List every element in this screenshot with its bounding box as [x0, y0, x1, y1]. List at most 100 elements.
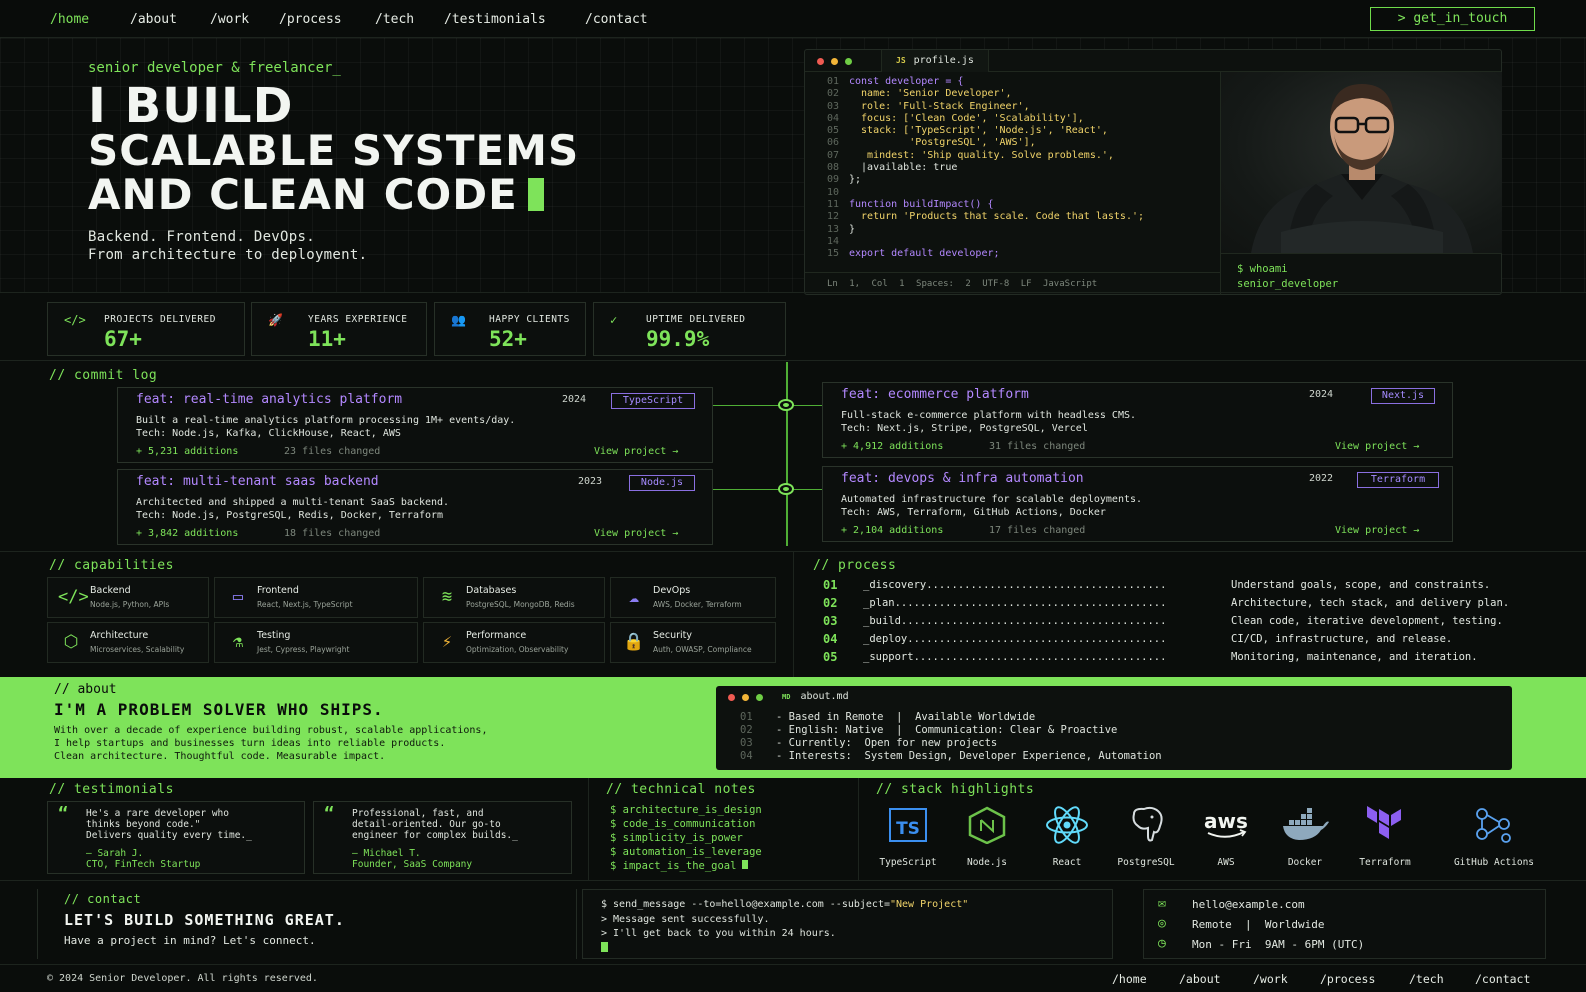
stat-label: YEARS EXPERIENCE: [308, 314, 408, 325]
capability-icon: ▭: [232, 587, 244, 607]
commit-card[interactable]: feat: multi-tenant saas backend 2023 Nod…: [117, 469, 713, 545]
technical-note: $ impact_is_the_goal: [610, 860, 749, 872]
prompt-symbol: $: [610, 846, 623, 858]
tab-about-md[interactable]: MD about.md: [782, 691, 849, 702]
quote-icon: “: [324, 804, 335, 824]
tab-label: about.md: [800, 691, 849, 702]
hero-subtitle-1: Backend. Frontend. DevOps.: [88, 229, 315, 245]
minimize-dot-icon[interactable]: [742, 694, 749, 701]
capability-testing[interactable]: ⚗ Testing Jest, Cypress, Playwright: [214, 622, 418, 663]
code-line: 01 const developer = {: [805, 76, 1220, 88]
capability-devops[interactable]: ☁ DevOps AWS, Docker, Terraform: [610, 577, 776, 618]
technical-note: $ architecture_is_design: [610, 804, 762, 816]
contact-email[interactable]: hello@example.com: [1192, 898, 1305, 911]
copyright: © 2024 Senior Developer. All rights rese…: [47, 973, 318, 984]
step-number: 04: [823, 632, 838, 646]
close-dot-icon[interactable]: [728, 694, 735, 701]
timeline-connector: [712, 405, 786, 406]
commit-card[interactable]: feat: devops & infra automation 2022 Ter…: [822, 466, 1453, 542]
commit-card[interactable]: feat: ecommerce platform 2024 Next.js Fu…: [822, 382, 1453, 458]
prompt-symbol: $: [610, 832, 623, 844]
commit-additions: + 5,231 additions: [136, 446, 239, 457]
capability-backend[interactable]: </> Backend Node.js, Python, APIs: [47, 577, 209, 618]
tab-profile-js[interactable]: JS profile.js: [881, 50, 989, 72]
view-project-link[interactable]: View project →: [594, 446, 678, 457]
nav-contact[interactable]: /contact: [585, 12, 648, 27]
close-dot-icon[interactable]: [817, 58, 824, 65]
line-number: 06: [827, 137, 840, 149]
md-line: 03 - Currently: Open for new projects: [740, 737, 997, 749]
footer-link-process[interactable]: /process: [1320, 972, 1375, 986]
nav-process[interactable]: /process: [279, 12, 342, 27]
footer-link-home[interactable]: /home: [1112, 972, 1147, 986]
react-icon: [1046, 806, 1088, 844]
stack-item-aws[interactable]: aws AWS: [1186, 806, 1266, 868]
hero-eyebrow: senior developer & freelancer_: [88, 60, 341, 76]
footer-link-tech[interactable]: /tech: [1409, 972, 1444, 986]
capability-architecture[interactable]: ⬡ Architecture Microservices, Scalability: [47, 622, 209, 663]
footer-link-work[interactable]: /work: [1253, 972, 1288, 986]
line-text: - English: Native | Communication: Clear…: [776, 724, 1118, 736]
tech-tag: Node.js: [629, 475, 695, 491]
step-description: Monitoring, maintenance, and iteration.: [1231, 651, 1478, 663]
stack-item-typescript[interactable]: TS TypeScript: [868, 806, 948, 868]
contact-heading: // contact: [64, 892, 142, 906]
stat-label: PROJECTS DELIVERED: [104, 314, 216, 325]
capability-name: DevOps: [653, 585, 691, 596]
capability-performance[interactable]: ⚡ Performance Optimization, Observability: [423, 622, 605, 663]
commit-additions: + 4,912 additions: [841, 441, 944, 452]
stack-item-docker[interactable]: Docker: [1265, 806, 1345, 868]
capability-detail: Jest, Cypress, Playwright: [257, 645, 350, 654]
message-terminal[interactable]: $ send_message --to=hello@example.com --…: [582, 889, 1113, 959]
divider: [793, 551, 794, 677]
nav-about[interactable]: /about: [130, 12, 177, 27]
process-heading: // process: [813, 558, 897, 573]
maximize-dot-icon[interactable]: [845, 58, 852, 65]
view-project-link[interactable]: View project →: [1335, 441, 1419, 452]
prompt-symbol: $: [610, 804, 623, 816]
get-in-touch-button[interactable]: > get_in_touch: [1370, 7, 1535, 31]
stack-item-react[interactable]: React: [1027, 806, 1107, 868]
contact-title: LET'S BUILD SOMETHING GREAT.: [64, 911, 345, 929]
process-step: 01 _discovery............................…: [823, 576, 1563, 594]
stack-label: TypeScript: [879, 857, 937, 868]
nav-work[interactable]: /work: [210, 12, 249, 27]
code-icon: </>: [64, 313, 86, 327]
line-text: const developer = {: [849, 76, 964, 87]
view-project-link[interactable]: View project →: [594, 528, 678, 539]
commit-card[interactable]: feat: real-time analytics platform 2024 …: [117, 387, 713, 463]
stack-item-postgresql[interactable]: PostgreSQL: [1106, 806, 1186, 868]
nav-tech[interactable]: /tech: [375, 12, 414, 27]
line-text: export default developer;: [849, 248, 1000, 260]
stack-item-github-actions[interactable]: GitHub Actions: [1451, 806, 1537, 868]
timeline-line: [786, 362, 788, 546]
nav-home[interactable]: /home: [50, 12, 89, 27]
stat-years: 🚀 YEARS EXPERIENCE 11+: [251, 302, 427, 356]
editor-status-bar: Ln 1, Col 1 Spaces: 2 UTF-8 LF JavaScrip…: [805, 272, 1220, 294]
minimize-dot-icon[interactable]: [831, 58, 838, 65]
commit-year: 2024: [562, 394, 587, 405]
about-paragraph-2: I help startups and businesses turn idea…: [54, 738, 446, 749]
divider: [0, 360, 1586, 361]
line-text: name: 'Senior Developer',: [849, 88, 1012, 100]
maximize-dot-icon[interactable]: [756, 694, 763, 701]
footer-link-contact[interactable]: /contact: [1475, 972, 1530, 986]
line-text: role: 'Full-Stack Engineer',: [849, 100, 1030, 112]
stack-item-nodejs[interactable]: Node.js: [947, 806, 1027, 868]
divider: [0, 292, 1586, 293]
stack-label: Node.js: [966, 857, 1008, 868]
nav-testimonials[interactable]: /testimonials: [444, 12, 546, 27]
prompt-symbol: $: [610, 818, 623, 830]
footer-link-about[interactable]: /about: [1179, 972, 1221, 986]
stat-value: 67+: [104, 327, 142, 351]
testimonial-text: thinks beyond code.": [86, 819, 201, 830]
view-project-link[interactable]: View project →: [1335, 525, 1419, 536]
capability-databases[interactable]: ≋ Databases PostgreSQL, MongoDB, Redis: [423, 577, 605, 618]
whoami-panel: $ whoami senior_developer: [1220, 253, 1502, 295]
capability-security[interactable]: 🔒 Security Auth, OWASP, Compliance: [610, 622, 776, 663]
stack-item-terraform[interactable]: Terraform: [1345, 806, 1425, 868]
commit-tech: Tech: Node.js, PostgreSQL, Redis, Docker…: [136, 510, 444, 521]
capability-frontend[interactable]: ▭ Frontend React, Next.js, TypeScript: [214, 577, 418, 618]
stack-label-part: GitHub Actions: [1453, 857, 1535, 868]
code-editor[interactable]: 01 const developer = {02 name: 'Senior De…: [805, 76, 1220, 260]
